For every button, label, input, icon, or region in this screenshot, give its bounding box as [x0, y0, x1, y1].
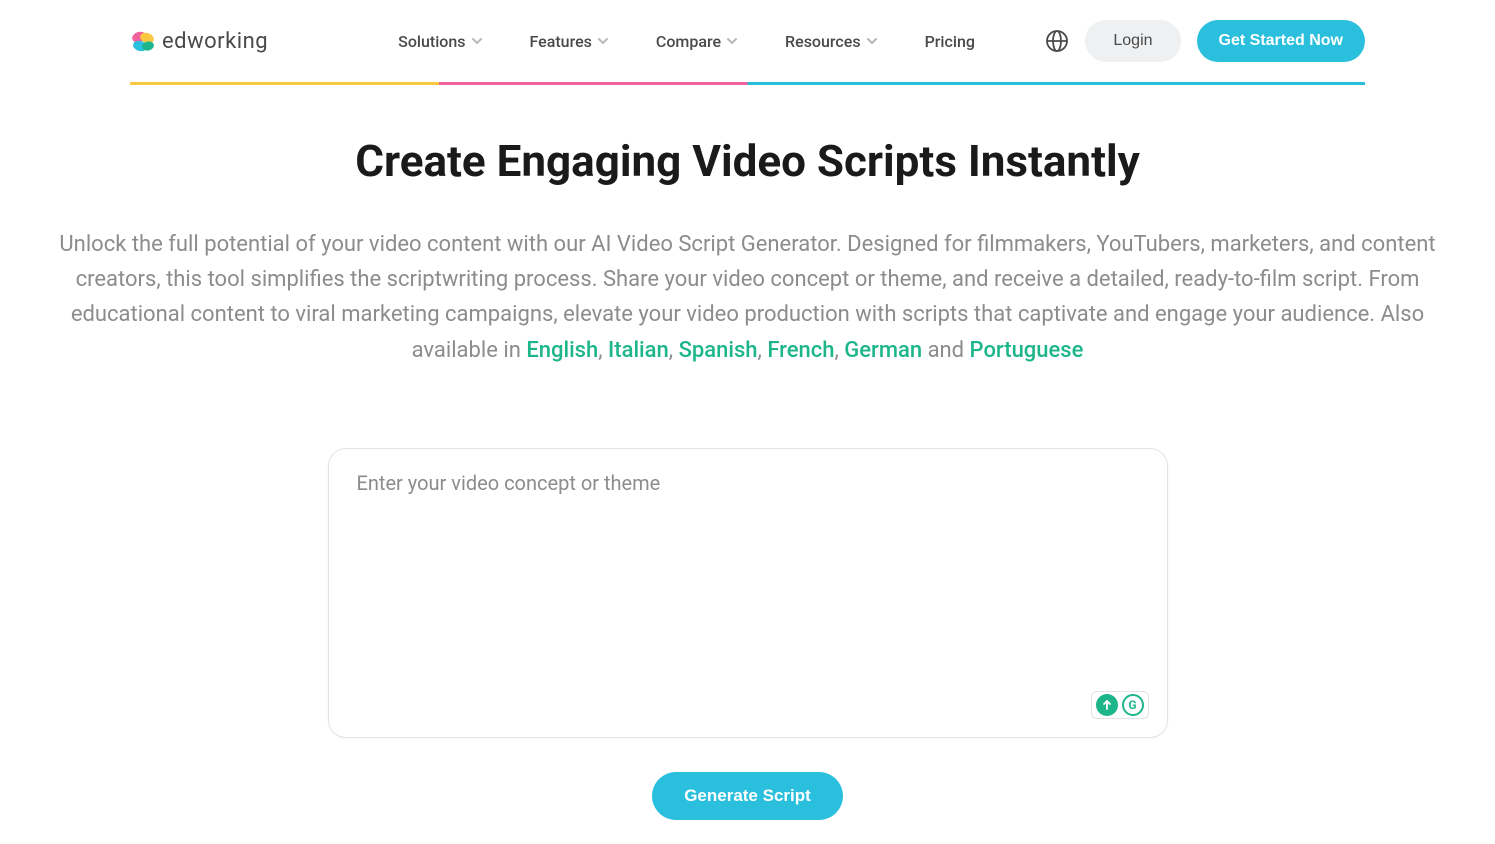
header-actions: Login Get Started Now — [1045, 20, 1365, 62]
suggestion-icon[interactable] — [1096, 694, 1118, 716]
lang-spanish-link[interactable]: Spanish — [679, 338, 758, 363]
grammarly-icon[interactable]: G — [1122, 694, 1144, 716]
logo-text: edworking — [162, 29, 268, 54]
logo-icon — [130, 28, 156, 54]
nav-compare[interactable]: Compare — [656, 32, 737, 51]
nav-pricing[interactable]: Pricing — [925, 32, 975, 51]
input-area: G — [328, 448, 1168, 738]
sep: , — [834, 338, 844, 363]
input-badges: G — [1091, 691, 1149, 719]
lang-italian-link[interactable]: Italian — [608, 338, 669, 363]
generate-script-button[interactable]: Generate Script — [652, 772, 843, 820]
nav-label: Features — [530, 32, 592, 51]
concept-input[interactable] — [329, 449, 1167, 737]
nav-resources[interactable]: Resources — [785, 32, 877, 51]
sep: , — [758, 338, 768, 363]
lang-portuguese-link[interactable]: Portuguese — [970, 338, 1084, 363]
sep: , — [598, 338, 608, 363]
lang-english-link[interactable]: English — [526, 338, 598, 363]
nav-solutions[interactable]: Solutions — [398, 32, 481, 51]
nav-label: Compare — [656, 32, 721, 51]
nav-label: Resources — [785, 32, 861, 51]
globe-icon[interactable] — [1045, 29, 1069, 53]
nav-label: Solutions — [398, 32, 465, 51]
chevron-down-icon — [867, 36, 877, 46]
chevron-down-icon — [472, 36, 482, 46]
sep: , — [669, 338, 679, 363]
main: Create Engaging Video Scripts Instantly … — [0, 85, 1495, 820]
nav-features[interactable]: Features — [530, 32, 608, 51]
desc-and: and — [922, 338, 969, 363]
chevron-down-icon — [727, 36, 737, 46]
logo[interactable]: edworking — [130, 28, 268, 54]
login-button[interactable]: Login — [1085, 20, 1180, 62]
lang-german-link[interactable]: German — [844, 338, 922, 363]
header: edworking Solutions Features Compare Res… — [0, 0, 1495, 82]
hero-description: Unlock the full potential of your video … — [0, 227, 1495, 368]
page-title: Create Engaging Video Scripts Instantly — [0, 135, 1495, 187]
nav: Solutions Features Compare Resources Pri… — [398, 32, 1005, 51]
get-started-button[interactable]: Get Started Now — [1197, 20, 1365, 62]
nav-label: Pricing — [925, 32, 975, 51]
chevron-down-icon — [598, 36, 608, 46]
lang-french-link[interactable]: French — [767, 338, 834, 363]
